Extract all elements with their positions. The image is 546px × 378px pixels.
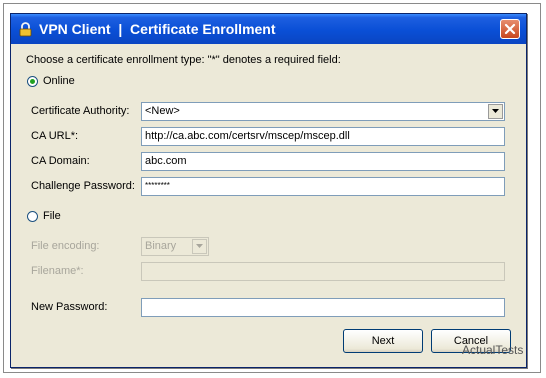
new-password-input[interactable] <box>141 298 505 317</box>
certificate-authority-value: <New> <box>145 105 180 117</box>
certificate-authority-select[interactable]: <New> <box>141 102 505 121</box>
certificate-enrollment-dialog: VPN Client | Certificate Enrollment Choo… <box>10 13 527 368</box>
challenge-password-label: Challenge Password: <box>31 180 135 192</box>
close-button[interactable] <box>500 19 520 39</box>
next-button[interactable]: Next <box>343 329 423 353</box>
online-label[interactable]: Online <box>43 75 75 87</box>
file-encoding-label: File encoding: <box>31 240 100 252</box>
filename-input[interactable] <box>141 262 505 281</box>
filename-label: Filename*: <box>31 265 84 277</box>
chevron-down-icon <box>492 109 499 113</box>
new-password-label: New Password: <box>31 301 108 313</box>
challenge-password-input[interactable]: ******** <box>141 177 505 196</box>
ca-domain-input[interactable]: abc.com <box>141 152 505 171</box>
intro-text: Choose a certificate enrollment type: "*… <box>26 54 341 66</box>
radio-selected-dot <box>30 79 35 84</box>
ca-url-label: CA URL*: <box>31 130 79 142</box>
file-radio[interactable] <box>27 211 38 222</box>
file-encoding-value: Binary <box>145 240 177 252</box>
window-title: VPN Client | Certificate Enrollment <box>39 21 276 37</box>
file-label[interactable]: File <box>43 210 61 222</box>
online-radio[interactable] <box>27 76 38 87</box>
file-encoding-dropdown-button[interactable] <box>192 239 207 254</box>
close-icon <box>504 23 516 35</box>
file-encoding-select[interactable]: Binary <box>141 237 209 256</box>
certificate-authority-dropdown-button[interactable] <box>488 104 503 119</box>
lock-icon <box>18 22 33 37</box>
ca-url-input[interactable]: http://ca.abc.com/certsrv/mscep/mscep.dl… <box>141 127 505 146</box>
watermark-text: ActualTests <box>462 343 524 357</box>
ca-domain-label: CA Domain: <box>31 155 90 167</box>
title-bar[interactable]: VPN Client | Certificate Enrollment <box>11 14 526 44</box>
certificate-authority-label: Certificate Authority: <box>31 105 130 117</box>
chevron-down-icon <box>196 244 203 248</box>
